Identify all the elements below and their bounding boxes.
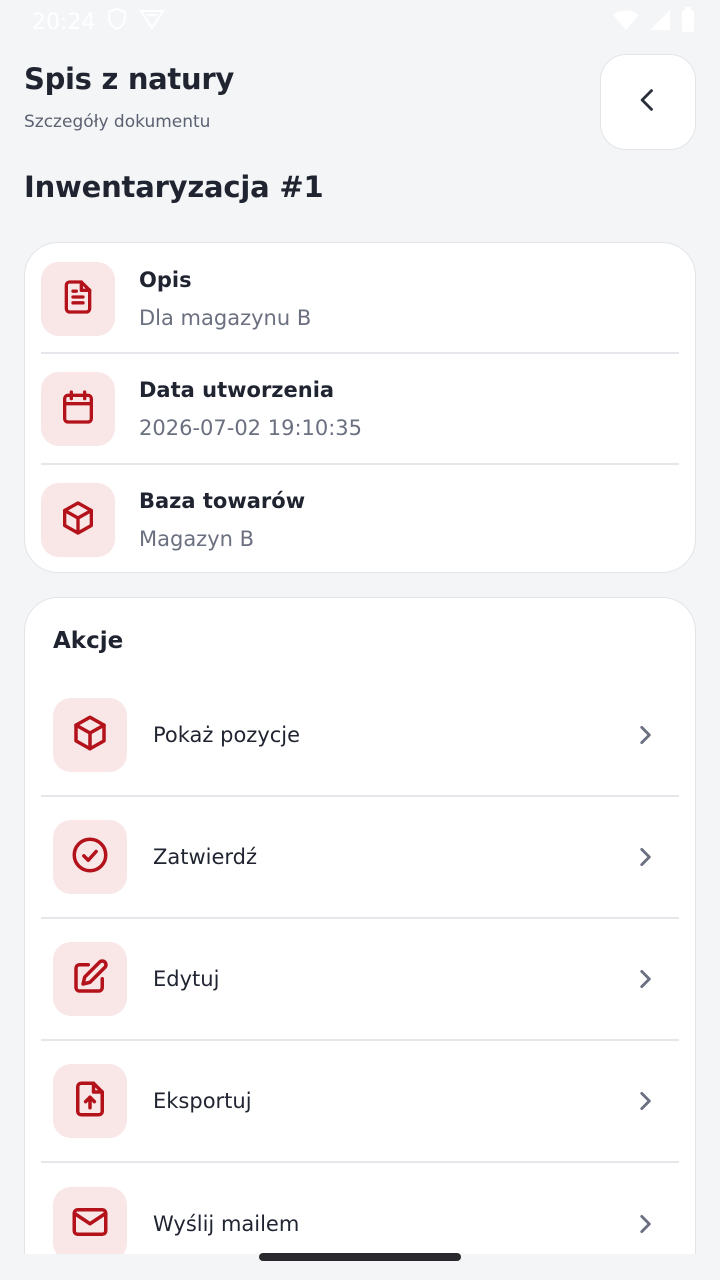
status-bar: 20:24 (0, 0, 720, 44)
action-show-items[interactable]: Pokaż pozycje (41, 675, 679, 797)
page-subtitle: Szczegóły dokumentu (24, 112, 211, 132)
check-circle-icon (69, 834, 111, 880)
action-edit[interactable]: Edytuj (41, 919, 679, 1041)
detail-row-goods-base: Baza towarów Magazyn B (41, 463, 679, 572)
actions-card: Akcje Pokaż pozycje Zatwierdź Edytuj Eks… (24, 597, 696, 1280)
icon-box (41, 371, 115, 446)
document-title: Inwentaryzacja #1 (24, 170, 324, 204)
icon-box (53, 1187, 127, 1261)
detail-value: 2026-07-02 19:10:35 (139, 415, 363, 440)
chevron-right-icon (625, 1081, 665, 1121)
mail-icon (69, 1201, 111, 1247)
vpn-icon (139, 7, 166, 37)
action-label: Pokaż pozycje (153, 723, 301, 747)
icon-box (53, 942, 127, 1016)
wifi-icon (612, 8, 640, 36)
shield-icon (105, 7, 129, 37)
file-upload-icon (69, 1078, 111, 1124)
detail-row-description: Opis Dla magazynu B (41, 243, 679, 354)
icon-box (53, 1064, 127, 1138)
detail-row-created-date: Data utworzenia 2026-07-02 19:10:35 (41, 352, 679, 463)
battery-icon (680, 7, 696, 37)
home-indicator[interactable] (259, 1253, 461, 1261)
chevron-right-icon (625, 837, 665, 877)
box-icon (69, 712, 111, 758)
header: Spis z natury Szczegóły dokumentu (24, 62, 584, 132)
chevron-left-icon (634, 86, 662, 118)
action-label: Edytuj (153, 967, 220, 991)
action-label: Zatwierdź (153, 845, 258, 869)
chevron-right-icon (625, 959, 665, 999)
action-approve[interactable]: Zatwierdź (41, 797, 679, 919)
icon-box (41, 261, 115, 336)
box-icon (58, 498, 98, 542)
icon-box (53, 820, 127, 894)
icon-box (41, 482, 115, 557)
detail-value: Dla magazynu B (139, 305, 312, 330)
chevron-right-icon (625, 1204, 665, 1244)
detail-label: Baza towarów (139, 488, 306, 513)
detail-label: Opis (139, 267, 192, 292)
action-label: Wyślij mailem (153, 1212, 300, 1236)
detail-value: Magazyn B (139, 526, 255, 551)
icon-box (53, 698, 127, 772)
document-icon (58, 277, 98, 321)
calendar-icon (58, 387, 98, 431)
actions-title: Akcje (53, 628, 124, 654)
chevron-right-icon (625, 715, 665, 755)
details-card: Opis Dla magazynu B Data utworzenia 2026… (24, 242, 696, 573)
action-label: Eksportuj (153, 1089, 252, 1113)
status-time: 20:24 (32, 9, 96, 35)
action-export[interactable]: Eksportuj (41, 1041, 679, 1163)
detail-label: Data utworzenia (139, 377, 335, 402)
signal-icon (648, 8, 672, 36)
edit-icon (69, 956, 111, 1002)
page-title: Spis z natury (24, 62, 234, 96)
back-button[interactable] (600, 54, 696, 150)
